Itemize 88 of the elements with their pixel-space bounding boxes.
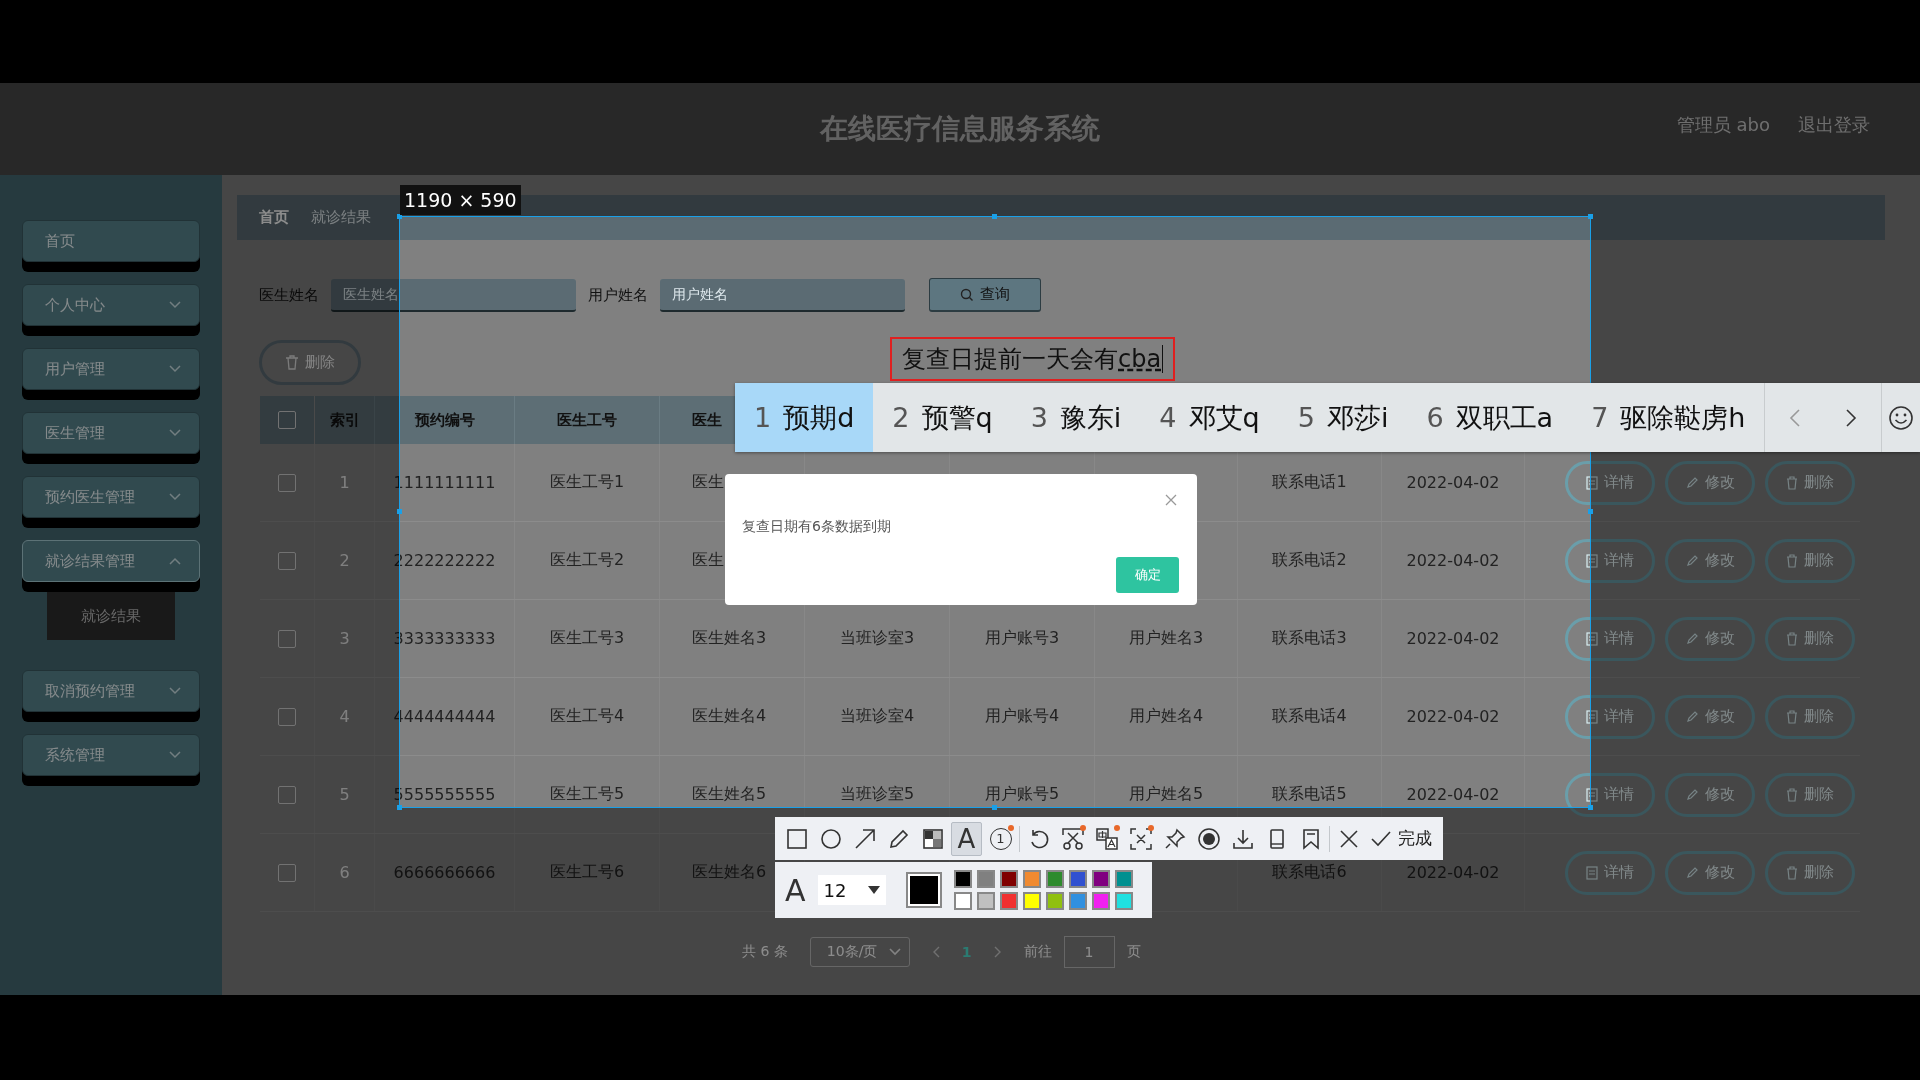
- search-button[interactable]: 查询: [929, 278, 1041, 312]
- row-action-button[interactable]: 删除: [1765, 538, 1855, 583]
- number-tool-button[interactable]: 1: [985, 821, 1016, 856]
- table-cell: 医生: [692, 472, 724, 493]
- table-cell: 6: [339, 863, 350, 882]
- row-action-button[interactable]: 修改: [1665, 538, 1755, 583]
- table-cell: 医生姓名3: [692, 628, 767, 649]
- table-cell: 医生姓名5: [692, 784, 767, 805]
- row-action-button[interactable]: 详情: [1565, 694, 1655, 739]
- ime-candidate[interactable]: 7 驱除鞑虏h: [1572, 383, 1765, 452]
- table-cell: 1: [339, 473, 350, 492]
- dialog-message: 复查日期有6条数据到期: [742, 518, 891, 536]
- logout-link[interactable]: 退出登录: [1798, 113, 1870, 137]
- confirm-button[interactable]: 确定: [1116, 557, 1179, 593]
- ime-candidate[interactable]: 2 预警q: [873, 383, 1012, 452]
- table-cell: 医生工号1: [549, 472, 625, 493]
- sidebar-subitem[interactable]: 就诊结果: [47, 592, 175, 640]
- breadcrumb-item[interactable]: 首页: [259, 208, 289, 227]
- goto-page-input[interactable]: 1: [1063, 936, 1115, 968]
- row-action-button[interactable]: 修改: [1665, 460, 1755, 505]
- table-cell: 用户账号5: [984, 784, 1060, 805]
- ime-candidate[interactable]: 5 邓莎i: [1278, 383, 1408, 452]
- table-cell: 2022-04-02: [1406, 551, 1500, 570]
- row-action-button[interactable]: 删除: [1765, 694, 1855, 739]
- row-action-button[interactable]: 删除: [1765, 850, 1855, 895]
- table-cell: 2: [339, 551, 350, 570]
- table-cell: 联系电话2: [1272, 550, 1347, 571]
- table-cell: 当班诊室4: [839, 706, 915, 727]
- row-action-button[interactable]: 修改: [1665, 694, 1755, 739]
- user-label: 管理员 abo: [1676, 113, 1770, 137]
- font-label: A: [785, 872, 806, 908]
- row-action-button[interactable]: 详情: [1565, 772, 1655, 817]
- table-cell: 用户账号3: [984, 628, 1060, 649]
- table-cell: 医生工号2: [549, 550, 625, 571]
- table-cell: 医生工号4: [549, 706, 625, 727]
- table-cell: 5: [339, 785, 350, 804]
- column-header: 医生工号: [515, 396, 660, 444]
- table-cell: 当班诊室5: [839, 784, 915, 805]
- filter-input[interactable]: 医生姓名: [331, 278, 576, 312]
- row-action-button[interactable]: 删除: [1765, 616, 1855, 661]
- table-cell: 联系电话3: [1272, 628, 1347, 649]
- delete-button[interactable]: 删除: [259, 340, 361, 385]
- column-header: 预约编号: [375, 396, 515, 444]
- row-action-button[interactable]: 删除: [1765, 460, 1855, 505]
- row-action-button[interactable]: 详情: [1565, 538, 1655, 583]
- row-action-button[interactable]: 删除: [1765, 772, 1855, 817]
- ime-candidate[interactable]: 6 双职工a: [1407, 383, 1573, 452]
- row-action-button[interactable]: 修改: [1665, 616, 1755, 661]
- table-cell: 联系电话4: [1272, 706, 1347, 727]
- table-cell: 2022-04-02: [1406, 785, 1500, 804]
- table-cell: 医生: [692, 550, 724, 571]
- table-cell: 用户姓名5: [1128, 784, 1204, 805]
- selection-size-label: 1190 × 590: [400, 185, 521, 215]
- table-cell: 3: [339, 629, 350, 648]
- total-count: 共 6 条: [742, 943, 788, 961]
- app-title: 在线医疗信息服务系统: [820, 111, 1100, 147]
- table-cell: 当班诊室3: [839, 628, 915, 649]
- table-cell: 用户姓名3: [1128, 628, 1204, 649]
- row-action-button[interactable]: 修改: [1665, 772, 1755, 817]
- row-action-button[interactable]: 详情: [1565, 616, 1655, 661]
- row-action-button[interactable]: 详情: [1565, 850, 1655, 895]
- table-cell: 联系电话5: [1272, 784, 1347, 805]
- page-size-select[interactable]: 10条/页: [809, 937, 910, 967]
- done-button[interactable]: 完成: [1367, 821, 1435, 856]
- ime-candidate[interactable]: 3 豫东i: [1011, 383, 1141, 452]
- filter-input[interactable]: 用户姓名: [660, 278, 905, 312]
- table-cell: 联系电话1: [1272, 472, 1347, 493]
- filter-label: 医生姓名: [259, 285, 319, 305]
- font-size-select[interactable]: 12: [817, 875, 886, 905]
- breadcrumb-item[interactable]: 就诊结果: [311, 208, 371, 227]
- ime-candidate[interactable]: 4 邓艾q: [1140, 383, 1279, 452]
- table-cell: 4: [339, 707, 350, 726]
- table-cell: 医生工号3: [549, 628, 625, 649]
- text-annotation-box[interactable]: 复查日提前一天会有cba: [890, 337, 1176, 381]
- text-tool-button[interactable]: A: [951, 821, 982, 856]
- table-cell: 医生姓名4: [692, 706, 767, 727]
- table-cell: 2022-04-02: [1406, 707, 1500, 726]
- goto-label: 前往: [1023, 943, 1052, 961]
- table-cell: 用户账号4: [984, 706, 1060, 727]
- filter-label: 用户姓名: [588, 285, 648, 305]
- row-action-button[interactable]: 详情: [1565, 460, 1655, 505]
- table-cell: 医生工号5: [549, 784, 625, 805]
- page-suffix: 页: [1126, 943, 1141, 961]
- table-cell: 2022-04-02: [1406, 629, 1500, 648]
- ime-candidate[interactable]: 1 预期d: [735, 383, 874, 452]
- table-cell: 2022-04-02: [1406, 473, 1500, 492]
- table-cell: 用户姓名4: [1128, 706, 1204, 727]
- row-action-button[interactable]: 修改: [1665, 850, 1755, 895]
